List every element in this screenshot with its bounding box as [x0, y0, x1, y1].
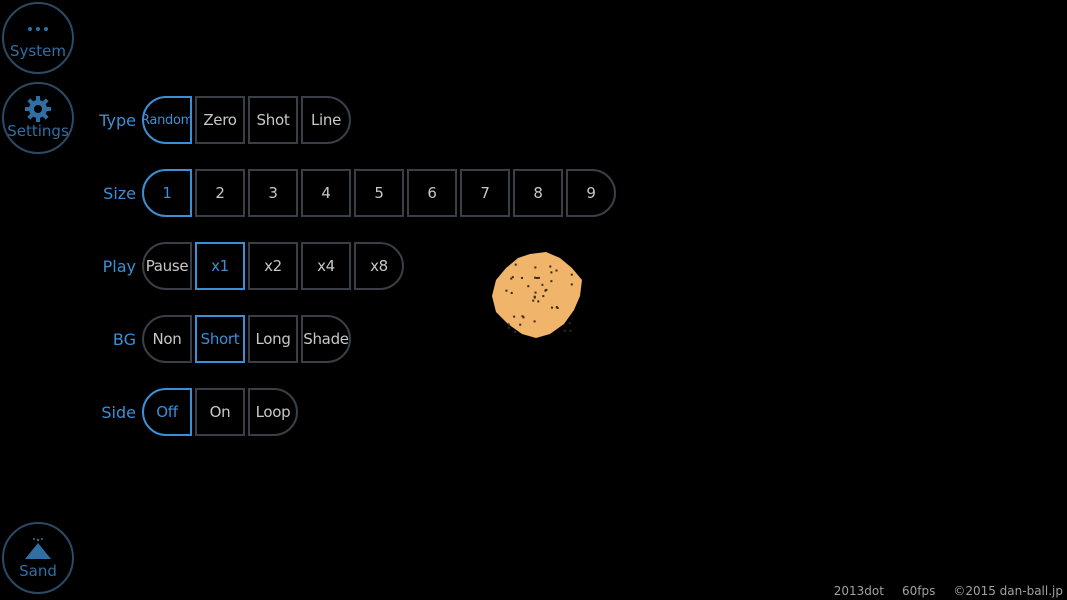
- bg-option-shade[interactable]: Shade: [301, 315, 351, 363]
- play-option-x4[interactable]: x4: [301, 242, 351, 290]
- sand-button[interactable]: Sand: [2, 522, 74, 594]
- type-option-zero[interactable]: Zero: [195, 96, 245, 144]
- side-label: Side: [101, 402, 136, 422]
- size-selector: 123456789: [142, 167, 616, 219]
- size-option-6[interactable]: 6: [407, 169, 457, 217]
- size-option-3[interactable]: 3: [248, 169, 298, 217]
- size-option-8[interactable]: 8: [513, 169, 563, 217]
- side-option-on[interactable]: On: [195, 388, 245, 436]
- bg-row: BG Non Short Long Shade: [92, 313, 351, 365]
- play-option-x8[interactable]: x8: [354, 242, 404, 290]
- settings-label: Settings: [7, 122, 69, 140]
- side-row: Side Off On Loop: [92, 386, 298, 438]
- size-option-7[interactable]: 7: [460, 169, 510, 217]
- system-button[interactable]: System: [2, 2, 74, 74]
- sand-speck: [570, 283, 573, 286]
- footer-copyright: ©2015 dan-ball.jp: [953, 584, 1063, 598]
- sand-speck: [549, 265, 552, 268]
- sand-speck: [519, 323, 522, 326]
- sand-speck: [534, 276, 537, 279]
- type-option-line[interactable]: Line: [301, 96, 351, 144]
- footer-title: 2013dot: [833, 584, 884, 598]
- size-option-2[interactable]: 2: [195, 169, 245, 217]
- sand-speck: [541, 283, 544, 286]
- sand-speck: [521, 315, 524, 318]
- footer: 2013dot 60fps ©2015 dan-ball.jp: [834, 584, 1063, 598]
- play-option-x1[interactable]: x1: [195, 242, 245, 290]
- sand-speck: [507, 326, 510, 329]
- sand-speck: [505, 289, 508, 292]
- size-option-4[interactable]: 4: [301, 169, 351, 217]
- sand-speck: [527, 285, 530, 288]
- sand-label: Sand: [19, 562, 57, 580]
- sand-speck: [550, 271, 553, 274]
- sand-blob: [492, 252, 582, 338]
- sand-speck: [550, 280, 553, 283]
- sand-speck: [555, 269, 558, 272]
- size-row: Size 123456789: [92, 167, 616, 219]
- sand-speck: [551, 306, 553, 309]
- side-option-off[interactable]: Off: [142, 388, 192, 436]
- sand-speck: [513, 315, 516, 318]
- sand-speck: [535, 277, 538, 279]
- sand-speck: [537, 300, 540, 303]
- footer-fps: 60fps: [901, 584, 936, 598]
- sand-speck: [511, 276, 514, 279]
- bg-option-short[interactable]: Short: [195, 315, 245, 363]
- sand-speck: [507, 323, 510, 326]
- type-row: Type Random Zero Shot Line: [92, 94, 351, 146]
- sand-speck: [510, 292, 513, 294]
- size-option-1[interactable]: 1: [142, 169, 192, 217]
- system-label: System: [10, 42, 66, 60]
- sand-speck: [570, 273, 573, 276]
- sand-speck: [534, 291, 537, 294]
- play-row: Play Pause x1 x2 x4 x8: [92, 240, 404, 292]
- size-option-9[interactable]: 9: [566, 169, 616, 217]
- side-selector: Off On Loop: [142, 386, 298, 438]
- bg-label: BG: [112, 329, 136, 349]
- play-option-pause[interactable]: Pause: [142, 242, 192, 290]
- type-option-random[interactable]: Random: [142, 96, 192, 144]
- bg-option-long[interactable]: Long: [248, 315, 298, 363]
- ellipsis-icon: [25, 16, 51, 42]
- type-label: Type: [99, 110, 136, 130]
- size-label: Size: [103, 183, 136, 203]
- play-label: Play: [102, 256, 136, 276]
- sand-speck: [545, 288, 548, 291]
- settings-button[interactable]: Settings: [2, 82, 74, 154]
- sand-speck: [542, 295, 545, 298]
- sand-speck: [563, 329, 566, 332]
- bg-option-non[interactable]: Non: [142, 315, 192, 363]
- bg-selector: Non Short Long Shade: [142, 313, 351, 365]
- type-option-shot[interactable]: Shot: [248, 96, 298, 144]
- size-option-5[interactable]: 5: [354, 169, 404, 217]
- sand-speck: [521, 277, 523, 279]
- sand-speck: [514, 331, 517, 333]
- sand-speck: [532, 299, 535, 302]
- sand-pile-icon: [23, 536, 53, 562]
- gear-icon: [24, 96, 52, 122]
- type-selector: Random Zero Shot Line: [142, 94, 351, 146]
- sand-speck: [534, 266, 537, 269]
- sand-speck: [537, 276, 540, 279]
- sand-speck: [514, 263, 517, 266]
- side-option-loop[interactable]: Loop: [248, 388, 298, 436]
- sand-speck: [569, 329, 572, 332]
- play-option-x2[interactable]: x2: [248, 242, 298, 290]
- sand-speck: [568, 321, 571, 324]
- sand-speck: [533, 295, 536, 298]
- play-selector: Pause x1 x2 x4 x8: [142, 240, 404, 292]
- sand-speck: [555, 306, 558, 309]
- sand-speck: [533, 320, 536, 323]
